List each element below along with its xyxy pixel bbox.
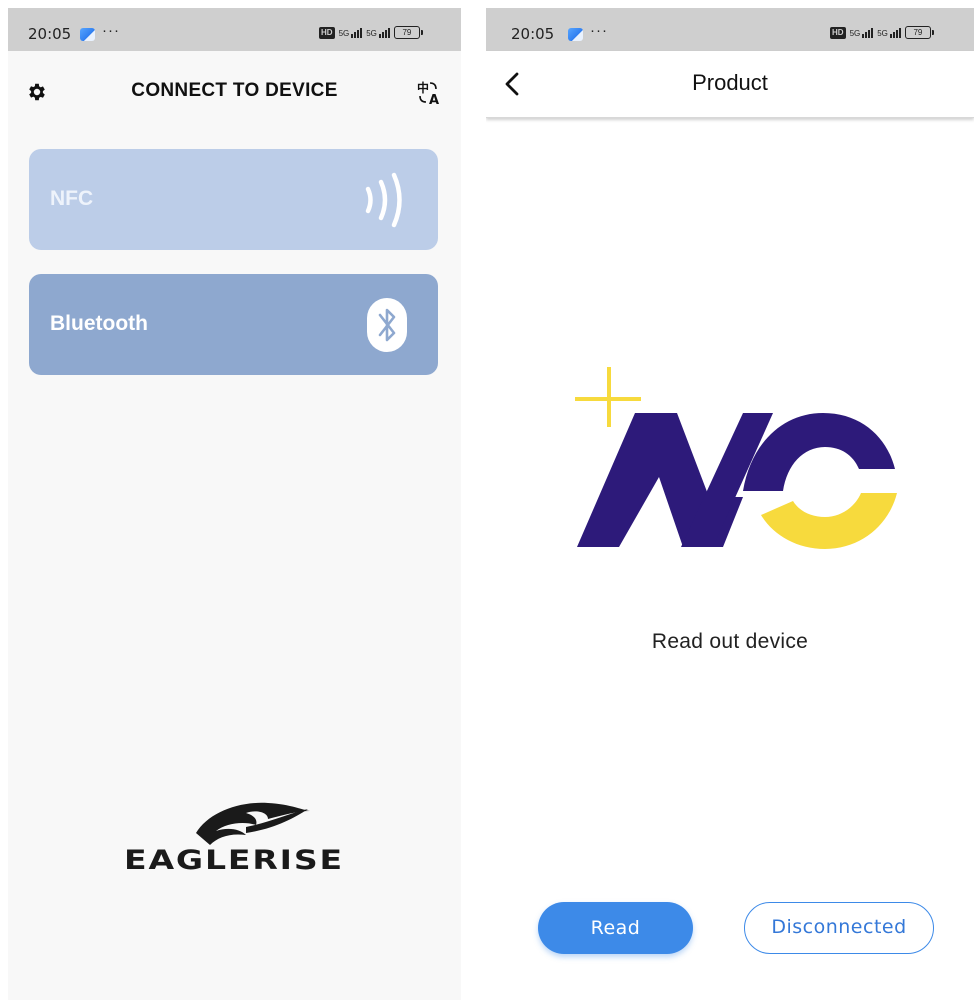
eaglerise-logo: EAGLERISE <box>124 802 344 876</box>
nfc-option-label: NFC <box>50 187 94 210</box>
status-time: 20:05 <box>28 25 72 43</box>
hd-voice-icon: HD <box>830 26 846 39</box>
page-title: Product <box>692 70 768 95</box>
connect-header: CONNECT TO DEVICE 中 A <box>8 51 461 131</box>
status-icons: HD 5G 5G 79 <box>830 26 934 39</box>
brand-name: EAGLERISE <box>124 845 344 876</box>
more-notifications-icon: ··· <box>102 22 120 39</box>
connect-screen: 20:05 ··· HD 5G 5G 79 CONNECT TO DEVICE <box>8 8 461 1000</box>
status-bar: 20:05 ··· HD 5G 5G 79 <box>486 8 974 51</box>
app-notification-icon <box>80 28 95 41</box>
read-button[interactable]: Read <box>538 902 693 954</box>
status-bar: 20:05 ··· HD 5G 5G 79 <box>8 8 461 51</box>
page-title: CONNECT TO DEVICE <box>131 80 338 101</box>
device-status-text: Read out device <box>651 630 809 653</box>
bluetooth-option-button[interactable]: Bluetooth <box>29 274 438 375</box>
nc-logo <box>575 367 897 549</box>
signal-sim2-icon: 5G <box>877 27 901 38</box>
status-icons: HD 5G 5G 79 <box>319 26 423 39</box>
product-screen: 20:05 ··· HD 5G 5G 79 Product Read out d… <box>486 8 974 1000</box>
signal-sim2-icon: 5G <box>366 27 390 38</box>
bluetooth-icon <box>367 298 407 352</box>
screenshot-canvas: 20:05 ··· HD 5G 5G 79 CONNECT TO DEVICE <box>0 0 974 1006</box>
svg-text:中: 中 <box>417 80 429 95</box>
svg-text:A: A <box>429 93 439 107</box>
nfc-waves-icon <box>365 172 402 228</box>
disconnected-button[interactable]: Disconnected <box>744 902 934 954</box>
more-notifications-icon: ··· <box>590 22 608 39</box>
battery-icon: 79 <box>904 26 934 39</box>
battery-icon: 79 <box>393 26 423 39</box>
signal-sim1-icon: 5G <box>339 27 363 38</box>
nfc-option-button[interactable]: NFC <box>29 149 438 250</box>
status-time: 20:05 <box>511 25 555 43</box>
hd-voice-icon: HD <box>319 26 335 39</box>
signal-sim1-icon: 5G <box>850 27 874 38</box>
app-notification-icon <box>568 28 583 41</box>
product-header: Product <box>486 51 974 118</box>
bluetooth-option-label: Bluetooth <box>50 312 148 335</box>
translate-icon[interactable]: 中 A <box>416 79 444 107</box>
